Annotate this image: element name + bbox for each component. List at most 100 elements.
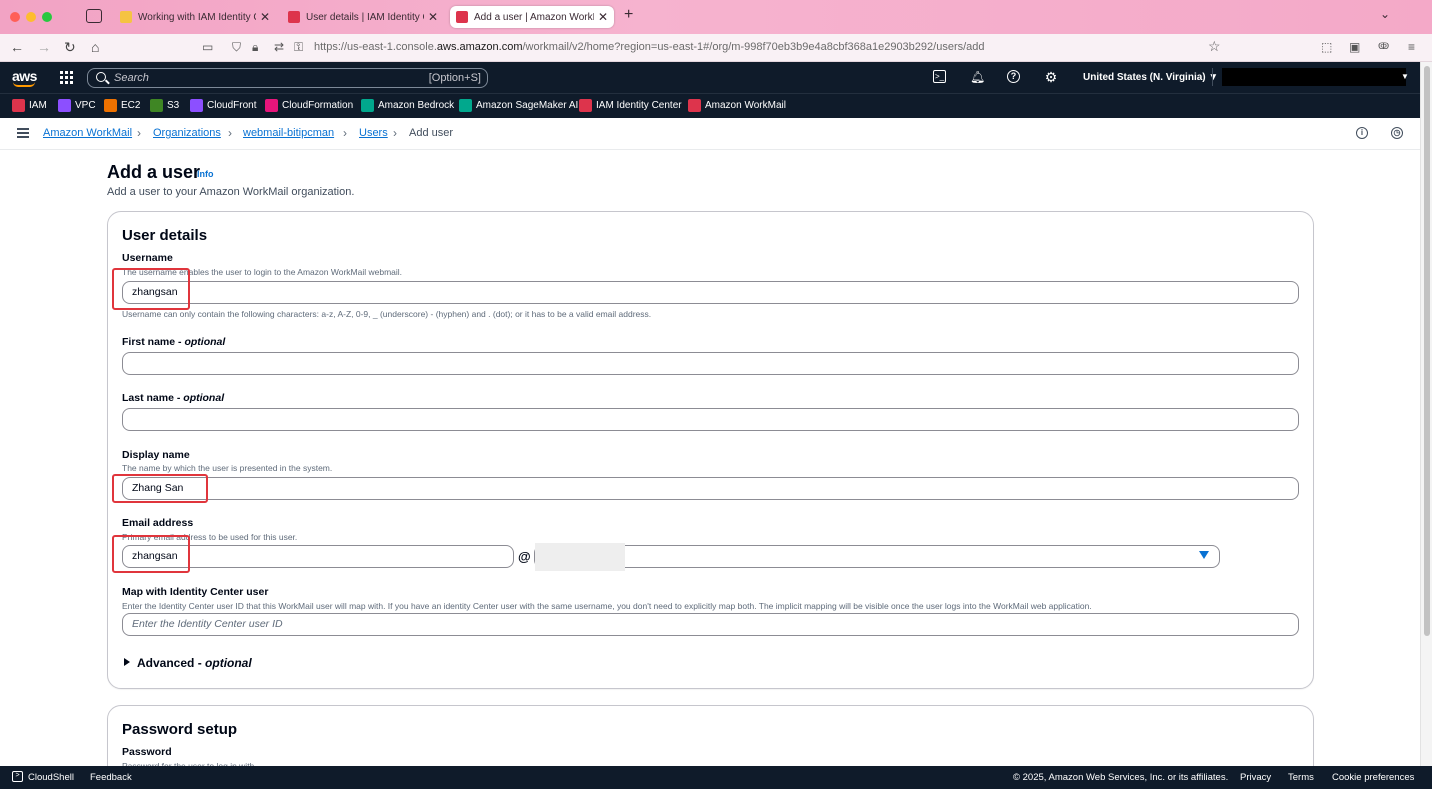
url-path: /workmail/v2/home?region=us-east-1#/org/… xyxy=(522,41,985,53)
browser-menu-icon[interactable]: ≡ xyxy=(1408,40,1415,54)
privacy-link[interactable]: Privacy xyxy=(1240,772,1271,783)
breadcrumb-organization[interactable]: webmail-bitipcman xyxy=(243,127,334,139)
shield-icon[interactable]: ⛉ xyxy=(232,40,241,55)
help-icon[interactable]: ? xyxy=(1007,70,1020,83)
bedrock-icon xyxy=(361,99,374,112)
favorite-iam-identity-center[interactable]: IAM Identity Center xyxy=(579,99,682,112)
display-name-input[interactable]: Zhang San xyxy=(122,477,1299,500)
extensions-icon[interactable]: ⬚ xyxy=(1321,40,1332,54)
browser-tab-add-user[interactable]: Add a user | Amazon WorkMail | ✕ xyxy=(450,6,614,28)
terms-link[interactable]: Terms xyxy=(1288,772,1314,783)
tab-overview-icon[interactable] xyxy=(86,9,102,23)
window-close-button[interactable] xyxy=(10,12,20,22)
favorite-vpc[interactable]: VPC xyxy=(58,99,96,112)
header-divider xyxy=(1212,68,1213,86)
cookie-preferences-link[interactable]: Cookie preferences xyxy=(1332,772,1414,783)
cloudshell-icon[interactable]: >_ xyxy=(933,70,946,83)
tab-close-icon[interactable]: ✕ xyxy=(598,10,608,24)
scrollbar-thumb[interactable] xyxy=(1424,66,1430,636)
cloudshell-icon[interactable]: > xyxy=(12,771,23,782)
browser-tab-user-details[interactable]: User details | IAM Identity Cente ✕ xyxy=(282,6,444,28)
favorite-cloudformation[interactable]: CloudFormation xyxy=(265,99,353,112)
lock-icon[interactable]: 🔒︎ xyxy=(252,40,258,55)
page-scrollbar[interactable] xyxy=(1420,62,1432,766)
tab-close-icon[interactable]: ✕ xyxy=(260,10,270,24)
favorite-label: EC2 xyxy=(121,100,141,111)
email-local-part-input[interactable]: zhangsan xyxy=(122,545,514,568)
key-icon[interactable]: ⚿ xyxy=(294,40,303,55)
info-link[interactable]: Info xyxy=(197,169,214,179)
panel-title: Password setup xyxy=(122,721,238,738)
favorite-label: IAM xyxy=(29,100,47,111)
account-menu-redacted[interactable] xyxy=(1222,68,1406,86)
domain-redacted xyxy=(535,543,625,571)
advanced-expander[interactable]: Advanced - optional xyxy=(124,656,252,670)
favorite-workmail[interactable]: Amazon WorkMail xyxy=(688,99,786,112)
reload-icon[interactable]: ↻ xyxy=(64,39,76,56)
notifications-panel-icon[interactable]: ◷ xyxy=(1391,127,1403,139)
forward-arrow-icon[interactable]: → xyxy=(37,39,51,55)
first-name-input[interactable] xyxy=(122,352,1299,375)
region-selector[interactable]: United States (N. Virginia) ▼ xyxy=(1083,72,1218,83)
container-icon[interactable]: ▣ xyxy=(1349,40,1360,54)
favorite-iam[interactable]: IAM xyxy=(12,99,47,112)
identity-center-icon xyxy=(579,99,592,112)
permissions-icon[interactable]: ⇄ xyxy=(274,40,284,54)
identity-center-user-id-input[interactable]: Enter the Identity Center user ID xyxy=(122,613,1299,636)
username-input[interactable]: zhangsan xyxy=(122,281,1299,304)
tab-title: Working with IAM Identity Cente xyxy=(138,11,256,23)
favorite-cloudfront[interactable]: CloudFront xyxy=(190,99,256,112)
cloudformation-icon xyxy=(265,99,278,112)
page-description: Add a user to your Amazon WorkMail organ… xyxy=(107,186,355,198)
window-minimize-button[interactable] xyxy=(26,12,36,22)
tab-close-icon[interactable]: ✕ xyxy=(428,10,438,24)
favicon-icon xyxy=(288,11,300,23)
last-name-input[interactable] xyxy=(122,408,1299,431)
tab-title: User details | IAM Identity Cente xyxy=(306,11,424,23)
main-content: Add a user Info Add a user to your Amazo… xyxy=(0,150,1420,785)
panel-title: User details xyxy=(122,227,208,244)
translate-icon[interactable]: ↂ xyxy=(1378,41,1389,52)
address-bar-url[interactable]: https://us-east-1.console.aws.amazon.com… xyxy=(314,41,985,53)
reader-view-icon[interactable]: ▭ xyxy=(202,40,213,54)
tab-list-chevron-icon[interactable]: ⌄ xyxy=(1380,7,1390,21)
new-tab-icon[interactable]: + xyxy=(624,6,633,24)
ec2-icon xyxy=(104,99,117,112)
notifications-bell-icon[interactable]: 🔔︎ xyxy=(970,70,985,84)
console-search-input[interactable]: Search [Option+S] xyxy=(87,68,488,88)
browser-tab-iam-docs[interactable]: Working with IAM Identity Cente ✕ xyxy=(114,6,276,28)
feedback-link[interactable]: Feedback xyxy=(90,772,132,783)
side-nav-menu-icon[interactable] xyxy=(17,128,29,138)
services-grid-icon[interactable] xyxy=(60,71,73,84)
copyright-text: © 2025, Amazon Web Services, Inc. or its… xyxy=(1013,772,1229,783)
info-panel-icon[interactable]: i xyxy=(1356,127,1368,139)
favorite-bedrock[interactable]: Amazon Bedrock xyxy=(361,99,454,112)
favorite-label: Amazon WorkMail xyxy=(705,100,786,111)
breadcrumb-organizations[interactable]: Organizations xyxy=(153,127,221,139)
breadcrumb-workmail[interactable]: Amazon WorkMail xyxy=(43,127,132,139)
home-icon[interactable]: ⌂ xyxy=(91,39,99,55)
username-constraint: Username can only contain the following … xyxy=(122,309,652,319)
account-caret-icon[interactable]: ▼ xyxy=(1401,72,1409,81)
password-label: Password xyxy=(122,746,172,758)
breadcrumb-current: Add user xyxy=(409,127,454,139)
bookmark-star-icon[interactable]: ☆ xyxy=(1208,38,1221,55)
email-at-sign: @ xyxy=(518,549,531,564)
favorite-ec2[interactable]: EC2 xyxy=(104,99,140,112)
aws-logo-smile xyxy=(13,82,35,87)
console-footer: > CloudShell Feedback © 2025, Amazon Web… xyxy=(0,766,1432,789)
window-zoom-button[interactable] xyxy=(42,12,52,22)
email-domain-select[interactable] xyxy=(534,543,1220,571)
back-arrow-icon[interactable]: ← xyxy=(10,39,24,55)
favorite-sagemaker[interactable]: Amazon SageMaker AI xyxy=(459,99,578,112)
settings-gear-icon[interactable]: ⚙ xyxy=(1044,70,1058,84)
breadcrumb-users[interactable]: Users xyxy=(359,127,388,139)
username-description: The username enables the user to login t… xyxy=(122,267,403,277)
identity-center-description: Enter the Identity Center user ID that t… xyxy=(122,601,1092,611)
cloudshell-link[interactable]: CloudShell xyxy=(28,772,74,783)
browser-tab-strip: Working with IAM Identity Cente ✕ User d… xyxy=(0,0,1432,34)
favorite-s3[interactable]: S3 xyxy=(150,99,179,112)
favorite-label: IAM Identity Center xyxy=(596,100,682,111)
favicon-icon xyxy=(456,11,468,23)
favorite-label: CloudFront xyxy=(207,100,257,111)
